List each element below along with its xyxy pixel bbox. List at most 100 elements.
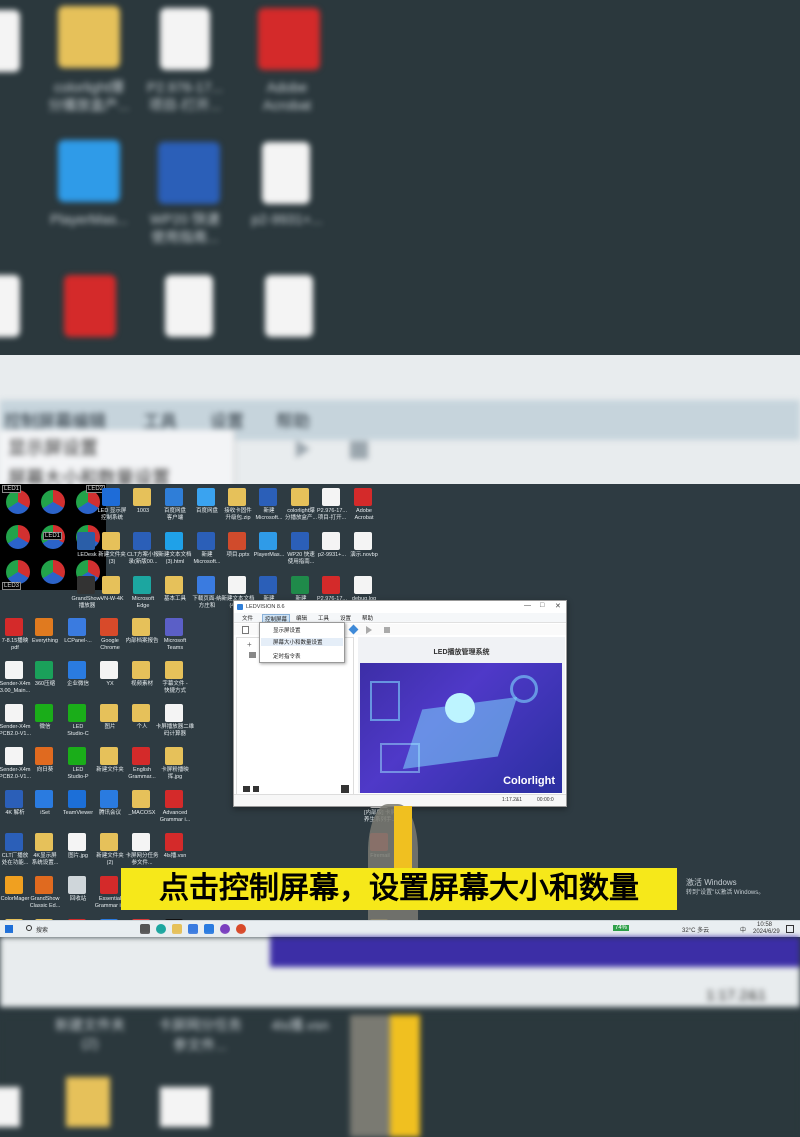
menu-item: 控制屏幕 [4,412,72,431]
menu-item: 编辑 [72,412,106,431]
file-explorer-icon[interactable] [172,924,182,934]
file-icon [262,142,310,204]
desktop-label: Adobe Acrobat [262,79,312,113]
windows-start-icon[interactable] [5,925,13,933]
input-language[interactable]: 中 [740,925,746,934]
menu-item: 帮助 [276,412,310,431]
file-icon [354,576,372,594]
desktop-icon[interactable]: Microsoft Teams [125,616,225,660]
ledvision-window[interactable]: LEDVISION 8.6 — □ ✕ 文件 控制屏幕 编辑 工具 设置 帮助 … [233,600,567,807]
top-blurred-menubar: 控制屏幕 编辑 工具 设置 帮助 显示屏设置 屏幕大小和数量设置 [0,355,800,490]
file-icon [165,661,183,679]
preview-title: LED播放管理系统 [433,649,490,656]
dropdown-display-settings[interactable]: 显示屏设置 [273,626,301,634]
menu-item: 设置 [210,412,244,431]
desktop-label: 4ls播.vsn [271,1017,329,1033]
file-icon [165,790,183,808]
menu-edit[interactable]: 编辑 [296,614,307,622]
maximize-button[interactable]: □ [540,602,544,609]
desktop-label: P2.976-17... 项目-打开... [146,79,224,113]
desktop-label: p2-9931+... [251,211,323,227]
adobe-acrobat-icon [258,8,320,70]
pdf-icon [64,275,116,337]
file-icon [0,275,20,337]
file-icon [165,618,183,636]
preview-illustration: Colorlight [360,663,562,793]
desktop-icon-label: 字幕文件 - 快捷方式 [162,681,188,694]
desktop-icon[interactable]: 演示.novbp [314,530,414,574]
bottom-blurred-area: 1:17.2&1 新建文件夹 (2) 卡屏网分任务 参文件... 4ls播.vs… [0,937,800,1137]
program-icon[interactable] [341,785,349,793]
menu-tools[interactable]: 工具 [318,614,329,622]
node-icon [249,652,256,658]
led-tag: LED3 [2,582,22,590]
desktop-icon-label: Advanced Grammar i... [159,810,191,823]
play-icon [296,440,310,458]
desktop-icon-label: Adobe Acrobat [354,508,374,521]
mail-icon[interactable] [204,924,214,934]
clock-date[interactable]: 2024/6/29 [753,929,780,935]
weather[interactable]: 32°C 多云 [682,925,709,934]
desktop-icon[interactable]: Adobe Acrobat [314,486,414,530]
dropdown-screen-size-settings[interactable]: 屏幕大小和数量设置 [261,638,343,646]
caption-banner: 点击控制屏幕，设置屏幕大小和数量 [121,868,677,910]
desktop-icon[interactable]: 卡屏播放器二维 码计算器 [125,702,225,746]
edge-icon[interactable] [156,924,166,934]
desktop-label: 新建文件夹 (2) [55,1017,125,1051]
menu-file[interactable]: 文件 [242,614,253,622]
task-view-icon[interactable] [140,924,150,934]
file-icon [265,275,313,337]
desktop-icon[interactable]: 字幕文件 - 快捷方式 [125,659,225,703]
control-screen-dropdown[interactable]: 显示屏设置 屏幕大小和数量设置 定时指令表 [259,622,345,663]
taskbar: 搜索 74% 32°C 多云 中 10:58 2024/6/29 [0,920,800,937]
stop-icon [350,441,368,459]
top-blurred-desktop: colorlight爆 分播放盒产... P2.976-17... 项目-打开.… [0,0,800,360]
file-icon [165,704,183,722]
file-icon [165,747,183,765]
menu-item: 工具 [143,412,177,431]
play-icon[interactable] [366,626,372,634]
desktop-label: colorlight爆 分播放盒产... [48,79,130,113]
screen-recording: LED1 LED2 LED1 LED3 LED 显示屏 控制系统 1003 百度网盘… [0,484,800,920]
menu-help[interactable]: 帮助 [362,614,373,622]
colorlight-folder-icon [58,6,120,68]
chrome-icon[interactable] [236,924,246,934]
desktop-icon[interactable]: Advanced Grammar i... [125,788,225,832]
dropdown-schedule-table[interactable]: 定时指令表 [273,652,301,660]
word-icon [158,142,220,204]
status-time: 1:17.2&1 [502,797,523,803]
desktop-icon-label: 4ls播.vsn [163,853,187,859]
desktop-icon-label: 演示.novbp [350,552,378,558]
led-tag: LED1 [2,485,22,493]
notification-icon[interactable] [786,925,794,933]
menu-settings[interactable]: 设置 [340,614,351,622]
playermaster-icon [58,140,120,202]
edit-icon[interactable] [348,624,359,635]
file-icon [165,833,183,851]
status-time: 1:17.2&1 [706,987,767,1004]
store-icon[interactable] [188,924,198,934]
expand-icon[interactable]: + [247,640,252,649]
desktop-icon[interactable]: 卡屏粉播映 挥.jpg [125,745,225,789]
close-button[interactable]: ✕ [555,602,561,610]
minimize-button[interactable]: — [524,602,531,609]
file-icon [165,275,213,337]
desktop-icon-label: Microsoft Teams [163,638,187,651]
search-box[interactable]: 搜索 [36,925,48,934]
clock-time[interactable]: 10:58 [757,922,772,928]
activate-windows-watermark: 激活 Windows 转到"设置"以激活 Windows。 [686,878,764,898]
brand-logo: Colorlight [503,775,555,787]
delete-icon[interactable] [253,786,259,792]
desktop-icon-label: 卡屏播放器二维 码计算器 [155,724,195,737]
new-file-icon[interactable] [242,626,249,634]
file-icon [354,532,372,550]
dropdown-item: 显示屏设置 [8,438,98,458]
add-icon[interactable] [243,786,250,792]
app-icon[interactable] [220,924,230,934]
desktop-label: WP20 快速 使用指南... [149,211,220,245]
status-duration: 00:00:0 [537,797,554,803]
file-icon [160,8,210,70]
activate-line: 激活 Windows [686,878,737,887]
activate-line: 转到"设置"以激活 Windows。 [686,890,765,896]
stop-icon[interactable] [384,627,390,633]
